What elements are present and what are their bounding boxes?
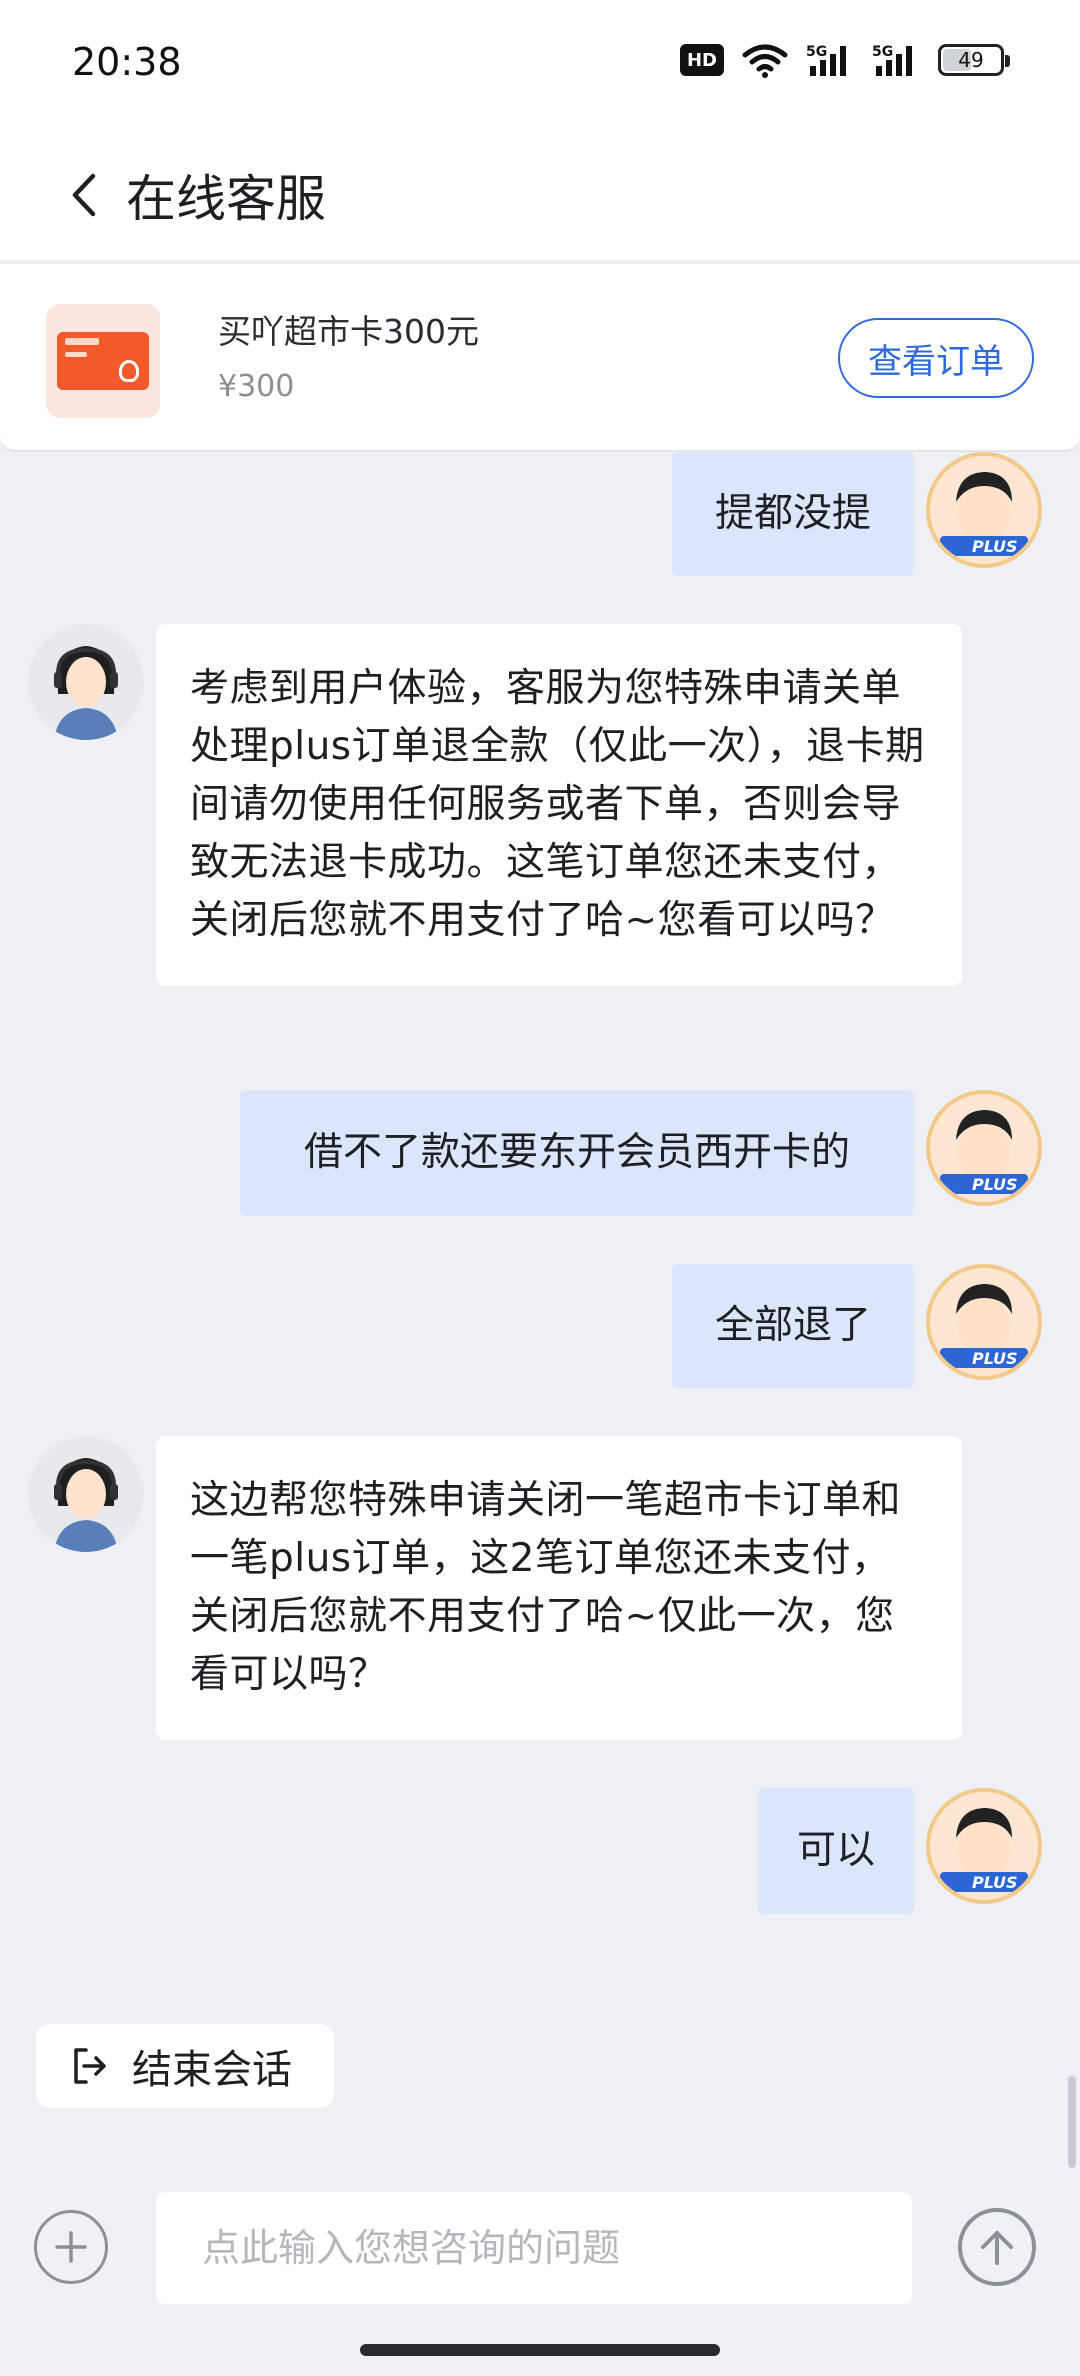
- agent-message: 这边帮您特殊申请关闭一笔超市卡订单和一笔plus订单，这2笔订单您还未支付，关闭…: [156, 1436, 962, 1740]
- product-name: 买吖超市卡300元: [218, 312, 479, 351]
- user-avatar-icon: PLUS: [940, 1808, 1028, 1892]
- plus-badge: PLUS: [972, 1349, 1018, 1368]
- user-avatar: PLUS: [926, 1788, 1042, 1904]
- header: 在线客服: [0, 130, 1080, 260]
- plus-badge: PLUS: [972, 1873, 1018, 1892]
- user-avatar: PLUS: [926, 1264, 1042, 1380]
- agent-avatar: [28, 624, 144, 740]
- arrow-up-icon: [981, 2231, 1013, 2265]
- user-message: 提都没提: [672, 452, 914, 576]
- signal-5g-icon: 5G: [872, 44, 912, 76]
- user-avatar: PLUS: [926, 452, 1042, 568]
- user-message: 可以: [758, 1788, 914, 1914]
- chevron-left-icon: [72, 173, 96, 217]
- product-thumbnail: [46, 304, 160, 418]
- plus-badge: PLUS: [972, 1175, 1018, 1194]
- product-price: ¥300: [218, 369, 295, 404]
- support-agent-icon: [54, 646, 118, 740]
- signal-5g-icon: 5G: [806, 44, 846, 76]
- user-avatar-icon: PLUS: [940, 472, 1028, 556]
- message-input[interactable]: [156, 2192, 912, 2304]
- battery-icon: 49: [938, 44, 1010, 76]
- add-attachment-button[interactable]: [34, 2210, 108, 2284]
- user-avatar-icon: PLUS: [940, 1110, 1028, 1194]
- home-indicator[interactable]: [360, 2344, 720, 2356]
- page-title: 在线客服: [126, 170, 326, 228]
- scrollbar[interactable]: [1068, 2076, 1076, 2168]
- svg-text:5G: 5G: [806, 44, 827, 60]
- user-avatar-icon: PLUS: [940, 1284, 1028, 1368]
- user-message: 全部退了: [672, 1264, 914, 1388]
- exit-icon: [74, 2048, 106, 2084]
- agent-avatar: [28, 1436, 144, 1552]
- svg-text:5G: 5G: [872, 44, 893, 60]
- supermarket-card-icon: [57, 332, 149, 390]
- agent-message: 考虑到用户体验，客服为您特殊申请关单处理plus订单退全款（仅此一次），退卡期间…: [156, 624, 962, 986]
- support-agent-icon: [54, 1458, 118, 1552]
- status-time: 20:38: [72, 40, 182, 84]
- user-avatar: PLUS: [926, 1090, 1042, 1206]
- send-button[interactable]: [958, 2208, 1036, 2286]
- back-button[interactable]: [44, 155, 124, 235]
- end-session-label: 结束会话: [132, 2047, 292, 2093]
- status-icons: HD 5G 5G 49: [680, 40, 1010, 80]
- status-bar: 20:38 HD 5G 5G 49: [0, 0, 1080, 130]
- view-order-button[interactable]: 查看订单: [838, 318, 1034, 398]
- wifi-icon: [742, 44, 788, 78]
- battery-level: 49: [958, 48, 984, 72]
- plus-icon: [55, 2231, 87, 2263]
- end-session-button[interactable]: 结束会话: [36, 2024, 334, 2108]
- plus-badge: PLUS: [972, 537, 1018, 556]
- hd-voice-icon: HD: [680, 44, 724, 76]
- user-message: 借不了款还要东开会员西开卡的: [240, 1090, 914, 1216]
